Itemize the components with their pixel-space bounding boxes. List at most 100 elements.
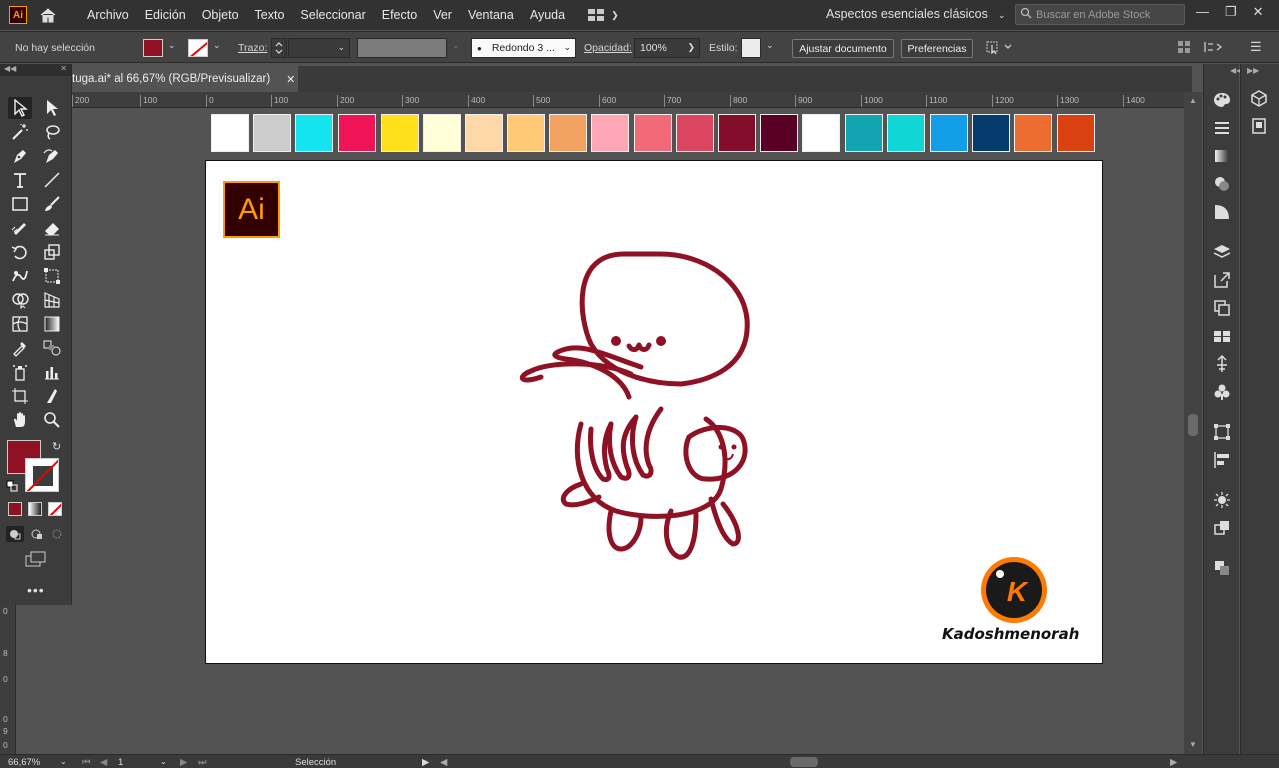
scroll-right-icon[interactable]: ▶ xyxy=(1170,757,1177,768)
arrange-documents-button[interactable]: ❯ xyxy=(587,8,619,22)
none-mode-icon[interactable] xyxy=(48,502,62,516)
chevron-down-icon[interactable]: ⌄ xyxy=(60,757,67,766)
appearance-panel-icon[interactable] xyxy=(1212,202,1232,222)
stroke-color-box[interactable] xyxy=(25,458,59,492)
export-panel-icon[interactable] xyxy=(1212,270,1232,290)
workspace-switcher[interactable]: Aspectos esenciales clásicos ⌄ xyxy=(826,7,1005,21)
gradient-mode-icon[interactable] xyxy=(28,502,42,516)
artboards-panel-icon[interactable] xyxy=(1212,298,1232,318)
swap-colors-icon[interactable]: ↻ xyxy=(52,440,61,453)
color-swatch[interactable] xyxy=(507,114,545,152)
document-tab[interactable]: tuga.ai* al 66,67% (RGB/Previsualizar) ✕ xyxy=(72,66,298,92)
next-artboard-icon[interactable]: ▶ xyxy=(180,757,187,768)
color-swatch[interactable] xyxy=(845,114,883,152)
warp-tool-icon[interactable] xyxy=(8,265,32,287)
close-panel-icon[interactable]: ✕ xyxy=(60,64,67,76)
collapse-panels-icon[interactable]: ▶▶ xyxy=(1247,66,1259,75)
eraser-tool-icon[interactable] xyxy=(40,217,64,239)
color-swatch[interactable] xyxy=(802,114,840,152)
color-swatch[interactable] xyxy=(253,114,291,152)
pen-tool-icon[interactable] xyxy=(8,145,32,167)
color-mode-icon[interactable] xyxy=(8,502,22,516)
first-artboard-icon[interactable]: ⏮ xyxy=(82,757,91,768)
paintbrush-tool-icon[interactable] xyxy=(40,193,64,215)
previous-artboard-icon[interactable]: ◀ xyxy=(100,757,107,768)
preferences-button[interactable]: Preferencias xyxy=(901,39,973,58)
gradient-panel-icon[interactable] xyxy=(1212,146,1232,166)
asset-export-icon[interactable] xyxy=(1212,354,1232,374)
slice-tool-icon[interactable] xyxy=(40,385,64,407)
horizontal-scroll-thumb[interactable] xyxy=(790,757,818,767)
close-icon[interactable]: ✕ xyxy=(286,73,295,86)
shaper-tool-icon[interactable] xyxy=(8,217,32,239)
last-artboard-icon[interactable]: ⏭ xyxy=(198,757,207,768)
color-swatch[interactable] xyxy=(930,114,968,152)
color-swatch[interactable] xyxy=(676,114,714,152)
color-swatch[interactable] xyxy=(465,114,503,152)
close-icon[interactable]: ✕ xyxy=(1253,4,1264,20)
opacity-input[interactable]: 100% ❯ xyxy=(634,38,700,58)
color-swatch[interactable] xyxy=(887,114,925,152)
color-swatch[interactable] xyxy=(381,114,419,152)
color-swatch[interactable] xyxy=(718,114,756,152)
hand-tool-icon[interactable] xyxy=(8,409,32,431)
pathfinder-panel-icon[interactable] xyxy=(1212,518,1232,538)
libraries-panel-icon[interactable] xyxy=(1212,326,1232,346)
brush-definition-dropdown[interactable]: ● Redondo 3 ... ⌄ xyxy=(471,38,576,58)
panel-menu-icon[interactable]: ☰ xyxy=(1250,39,1262,55)
eyedropper-tool-icon[interactable] xyxy=(8,337,32,359)
menu-edicion[interactable]: Edición xyxy=(137,0,194,30)
type-tool-icon[interactable] xyxy=(8,169,32,191)
rectangle-tool-icon[interactable] xyxy=(8,193,32,215)
lasso-tool-icon[interactable] xyxy=(40,121,64,143)
status-menu-icon[interactable]: ▶ xyxy=(422,757,429,768)
scroll-left-icon[interactable]: ◀ xyxy=(440,757,447,768)
color-swatch[interactable] xyxy=(295,114,333,152)
curvature-tool-icon[interactable] xyxy=(40,145,64,167)
draw-inside-icon[interactable] xyxy=(48,526,66,542)
scroll-down-icon[interactable]: ▼ xyxy=(1189,740,1197,749)
color-swatch[interactable] xyxy=(1014,114,1052,152)
vertical-ruler[interactable]: 0 8 0 0 9 0 xyxy=(0,604,16,754)
direct-selection-tool-icon[interactable] xyxy=(40,97,64,119)
vertical-scrollbar[interactable]: ▲ ▼ xyxy=(1184,92,1202,754)
fill-swatch[interactable] xyxy=(143,39,163,57)
scale-tool-icon[interactable] xyxy=(40,241,64,263)
opacity-label[interactable]: Opacidad: xyxy=(584,42,632,54)
menu-objeto[interactable]: Objeto xyxy=(194,0,247,30)
brushes-panel-icon[interactable] xyxy=(1212,490,1232,510)
artboard-tool-icon[interactable] xyxy=(8,385,32,407)
variable-width-profile[interactable] xyxy=(357,38,447,58)
select-similar-icon[interactable] xyxy=(985,39,1013,58)
scroll-up-icon[interactable]: ▲ xyxy=(1189,96,1197,105)
default-colors-icon[interactable] xyxy=(6,480,18,495)
blend-tool-icon[interactable] xyxy=(40,337,64,359)
edit-toolbar-icon[interactable]: ••• xyxy=(27,582,45,598)
magic-wand-tool-icon[interactable] xyxy=(8,121,32,143)
color-panel-icon[interactable] xyxy=(1212,90,1232,110)
column-graph-tool-icon[interactable] xyxy=(40,361,64,383)
color-swatch[interactable] xyxy=(338,114,376,152)
mesh-tool-icon[interactable] xyxy=(8,313,32,335)
chevron-down-icon[interactable]: ⌄ xyxy=(766,40,774,51)
home-icon[interactable] xyxy=(39,7,57,23)
menu-efecto[interactable]: Efecto xyxy=(374,0,425,30)
menu-archivo[interactable]: Archivo xyxy=(79,0,137,30)
graphic-style-swatch[interactable] xyxy=(741,38,761,58)
shape-builder-tool-icon[interactable] xyxy=(8,289,32,311)
symbol-sprayer-tool-icon[interactable] xyxy=(8,361,32,383)
perspective-grid-tool-icon[interactable] xyxy=(40,289,64,311)
draw-normal-icon[interactable] xyxy=(6,526,24,542)
color-swatch[interactable] xyxy=(591,114,629,152)
color-swatch[interactable] xyxy=(423,114,461,152)
stock-search-input[interactable]: Buscar en Adobe Stock xyxy=(1015,4,1185,25)
zoom-tool-icon[interactable] xyxy=(40,409,64,431)
transform-panel-icon[interactable] xyxy=(1212,422,1232,442)
free-transform-tool-icon[interactable] xyxy=(40,265,64,287)
color-swatch[interactable] xyxy=(972,114,1010,152)
draw-behind-icon[interactable] xyxy=(28,526,46,542)
fit-document-button[interactable]: Ajustar documento xyxy=(792,39,894,58)
menu-ventana[interactable]: Ventana xyxy=(460,0,522,30)
properties-panel-icon[interactable] xyxy=(1249,88,1269,108)
collapse-panel-icon[interactable]: ◀◀ xyxy=(4,64,16,76)
